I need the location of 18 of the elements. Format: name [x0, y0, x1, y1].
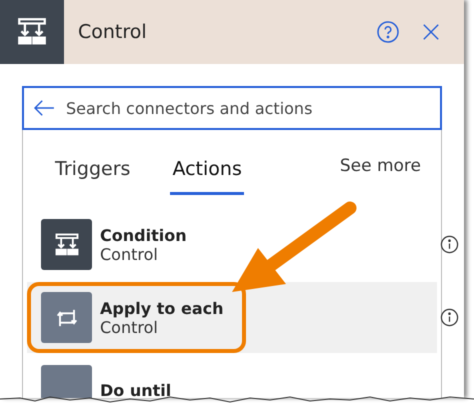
- connector-name: Control: [100, 244, 159, 264]
- help-icon[interactable]: [376, 20, 400, 44]
- action-name: Do until: [100, 381, 172, 398]
- search-field[interactable]: Search connectors and actions: [22, 86, 442, 130]
- back-arrow-icon[interactable]: [33, 99, 55, 117]
- condition-icon: [52, 230, 80, 258]
- action-item[interactable]: Do until: [27, 355, 437, 398]
- tab[interactable]: Triggers: [53, 150, 132, 195]
- action-name: Condition: [100, 226, 187, 244]
- action-item[interactable]: Condition Control: [27, 209, 437, 280]
- see-more-link[interactable]: See more: [340, 150, 421, 182]
- connector-name: Control: [100, 318, 159, 336]
- info-icon[interactable]: [440, 308, 459, 327]
- action-name: Apply to each: [100, 298, 224, 318]
- panel-title: Control: [78, 21, 148, 43]
- close-icon[interactable]: [422, 23, 440, 41]
- info-icon[interactable]: [440, 235, 459, 254]
- tab[interactable]: Actions: [170, 150, 244, 195]
